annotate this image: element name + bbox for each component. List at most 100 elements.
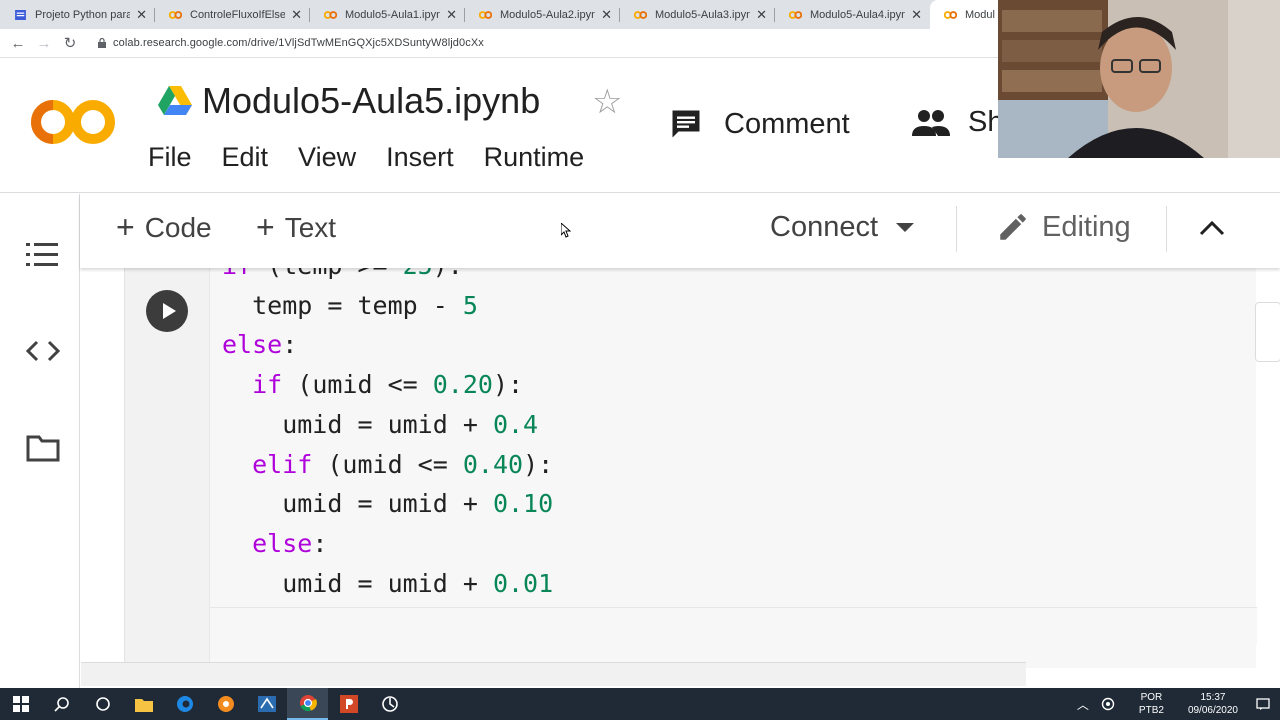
caret-down-icon[interactable] [896, 223, 915, 232]
lock-icon [98, 38, 106, 48]
connect-button[interactable]: Connect [770, 211, 915, 244]
chrome-icon[interactable] [287, 688, 328, 720]
tab-title: Modulo5-Aula2.ipynb [500, 8, 596, 21]
plus-icon: + [116, 209, 135, 245]
divider [956, 206, 957, 252]
code-line: else: [222, 330, 298, 360]
colab-icon [789, 10, 802, 19]
play-icon [162, 303, 176, 319]
code-editor[interactable]: if (temp >= 25): temp = temp - 5 else: if… [222, 268, 553, 603]
code-snippets-icon[interactable] [26, 340, 60, 362]
chevron-up-icon[interactable]: ︿ [1077, 696, 1089, 713]
tab-title: Modulo5-Aula3.ipynb [655, 8, 751, 21]
add-code-button[interactable]: + Code [116, 209, 212, 246]
tab-title: Projeto Python para to [35, 8, 131, 21]
forward-icon[interactable]: → [31, 35, 57, 52]
browser-tab[interactable]: Modulo5-Aula3.ipynb ✕ [620, 0, 775, 29]
edge-icon[interactable] [164, 688, 205, 720]
close-icon[interactable]: ✕ [446, 7, 457, 23]
plus-icon: + [256, 209, 275, 245]
browser-tab[interactable]: Modulo5-Aula2.ipynb ✕ [465, 0, 620, 29]
close-icon[interactable]: ✕ [601, 7, 612, 23]
tab-title: Modulo5-Aula4.ipynb [810, 8, 906, 21]
code-line: else: [252, 528, 328, 558]
notebook-content: if (temp >= 25): temp = temp - 5 else: if… [81, 268, 1280, 688]
sheets-icon [15, 9, 26, 20]
code-line: umid = umid + 0.10 [222, 489, 554, 519]
powerpoint-icon[interactable] [328, 688, 369, 720]
close-icon[interactable]: ✕ [291, 7, 302, 23]
clock-date: 09/06/2020 [1187, 705, 1238, 716]
clock[interactable]: 15:37 09/06/2020 [1188, 691, 1238, 717]
menu-view[interactable]: View [298, 142, 356, 173]
folder-icon[interactable] [26, 434, 60, 462]
tab-title: Modulo5-Aula1.ipynb [345, 8, 441, 21]
chevron-up-icon[interactable] [1198, 218, 1226, 238]
left-sidebar [0, 194, 80, 688]
share-button[interactable]: Sh [910, 106, 1003, 139]
app-icon[interactable] [246, 688, 287, 720]
clock-time: 15:37 [1200, 692, 1226, 703]
tab-title: ControleFluxoIfElse.ipyn [190, 8, 286, 21]
code-line: elif (umid <= 0.40): [252, 449, 554, 479]
horizontal-scrollbar[interactable] [81, 662, 1026, 686]
back-icon[interactable]: ← [5, 35, 31, 52]
colab-icon [479, 10, 492, 19]
app-icon[interactable] [369, 688, 410, 720]
comment-label: Comment [724, 107, 850, 140]
code-line: umid = umid + 0.4 [222, 409, 539, 439]
cortana-icon[interactable] [82, 688, 123, 720]
url-field[interactable]: colab.research.google.com/drive/1VljSdTw… [113, 37, 484, 49]
run-cell-button[interactable] [146, 290, 188, 332]
windows-start-icon[interactable] [0, 688, 41, 720]
star-icon[interactable]: ☆ [592, 82, 622, 122]
connect-label: Connect [770, 211, 879, 243]
close-icon[interactable]: ✕ [756, 7, 767, 23]
add-text-button[interactable]: + Text [256, 209, 336, 246]
menu-insert[interactable]: Insert [386, 142, 454, 173]
close-icon[interactable]: ✕ [911, 7, 922, 23]
comment-button[interactable]: Comment [668, 106, 850, 142]
notebook-title[interactable]: Modulo5-Aula5.ipynb [202, 80, 540, 122]
code-line: if (umid <= 0.20): [252, 370, 524, 400]
browser-tab[interactable]: Modulo5-Aula1.ipynb ✕ [310, 0, 465, 29]
reload-icon[interactable]: ↻ [57, 34, 83, 52]
mouse-cursor-icon [561, 223, 571, 238]
notifications-icon[interactable] [1256, 697, 1270, 711]
layout-code: PTB2 [1138, 705, 1164, 716]
table-of-contents-icon[interactable] [26, 242, 58, 268]
network-icon[interactable] [1101, 697, 1115, 711]
drive-icon[interactable] [158, 86, 192, 116]
search-icon[interactable] [41, 688, 82, 720]
code-line: if (temp >= 25): [222, 268, 553, 286]
system-tray: ︿ POR PTB2 15:37 09/06/2020 [1077, 688, 1280, 720]
colab-icon [634, 10, 647, 19]
menu-file[interactable]: File [148, 142, 192, 173]
colab-icon [169, 10, 182, 19]
app-icon[interactable] [205, 688, 246, 720]
code-cell[interactable]: if (temp >= 25): temp = temp - 5 else: if… [124, 268, 1257, 668]
notebook-toolbar: + Code + Text Connect Editing [80, 194, 1280, 268]
menu-runtime[interactable]: Runtime [484, 142, 585, 173]
comment-icon [672, 110, 700, 138]
close-icon[interactable]: ✕ [136, 7, 147, 23]
menu-bar: File Edit View Insert Runtime [148, 142, 614, 173]
code-line: umid = umid + 0.01 [222, 568, 554, 598]
pencil-icon [1000, 214, 1026, 240]
browser-tab[interactable]: Modulo5-Aula4.ipynb ✕ [775, 0, 930, 29]
language-code: POR [1140, 692, 1163, 703]
code-line: temp = temp - 5 [222, 290, 478, 320]
vertical-scrollbar[interactable] [1255, 302, 1280, 362]
webcam-overlay [998, 0, 1280, 158]
keyboard-language[interactable]: POR PTB2 [1139, 691, 1164, 717]
colab-logo-icon[interactable] [31, 97, 115, 147]
menu-edit[interactable]: Edit [222, 142, 269, 173]
current-line[interactable] [210, 607, 1257, 645]
browser-tab[interactable]: Projeto Python para to ✕ [0, 0, 155, 29]
editing-label: Editing [1042, 210, 1131, 243]
browser-tab[interactable]: ControleFluxoIfElse.ipyn ✕ [155, 0, 310, 29]
people-icon [912, 109, 950, 136]
add-code-label: Code [144, 211, 212, 243]
editing-mode-button[interactable]: Editing [996, 210, 1131, 244]
file-explorer-icon[interactable] [123, 688, 164, 720]
